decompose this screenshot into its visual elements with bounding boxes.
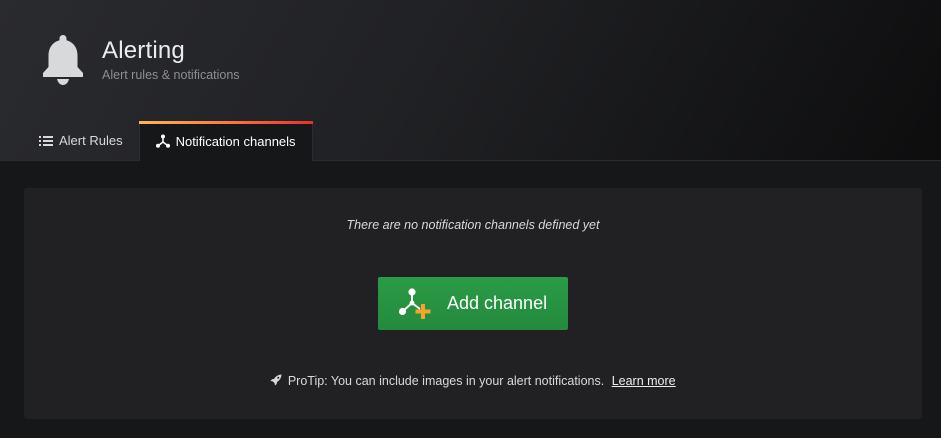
learn-more-link[interactable]: Learn more xyxy=(612,374,676,388)
bell-icon xyxy=(43,35,83,85)
tab-alert-rules[interactable]: Alert Rules xyxy=(23,121,139,160)
add-channel-label: Add channel xyxy=(447,293,548,313)
empty-state-panel: There are no notification channels defin… xyxy=(24,188,922,419)
page-subtitle: Alert rules & notifications xyxy=(102,68,240,82)
add-channel-button[interactable]: Add channel xyxy=(378,277,568,330)
tab-alert-rules-label: Alert Rules xyxy=(59,133,123,148)
page-title: Alerting xyxy=(102,37,185,64)
page-header: Alerting Alert rules & notifications Ale… xyxy=(0,0,941,161)
tab-notification-channels[interactable]: Notification channels xyxy=(138,121,313,161)
list-icon xyxy=(39,135,53,146)
rocket-icon xyxy=(270,374,282,386)
empty-state-message: There are no notification channels defin… xyxy=(346,218,600,232)
tab-bar: Alert Rules Notification channels xyxy=(23,121,313,161)
tab-notification-channels-label: Notification channels xyxy=(175,133,296,149)
protip: ProTip: You can include images in your a… xyxy=(24,374,922,388)
add-channel-icon xyxy=(398,288,431,319)
share-nodes-icon xyxy=(155,134,170,148)
protip-text: ProTip: You can include images in your a… xyxy=(287,374,605,388)
